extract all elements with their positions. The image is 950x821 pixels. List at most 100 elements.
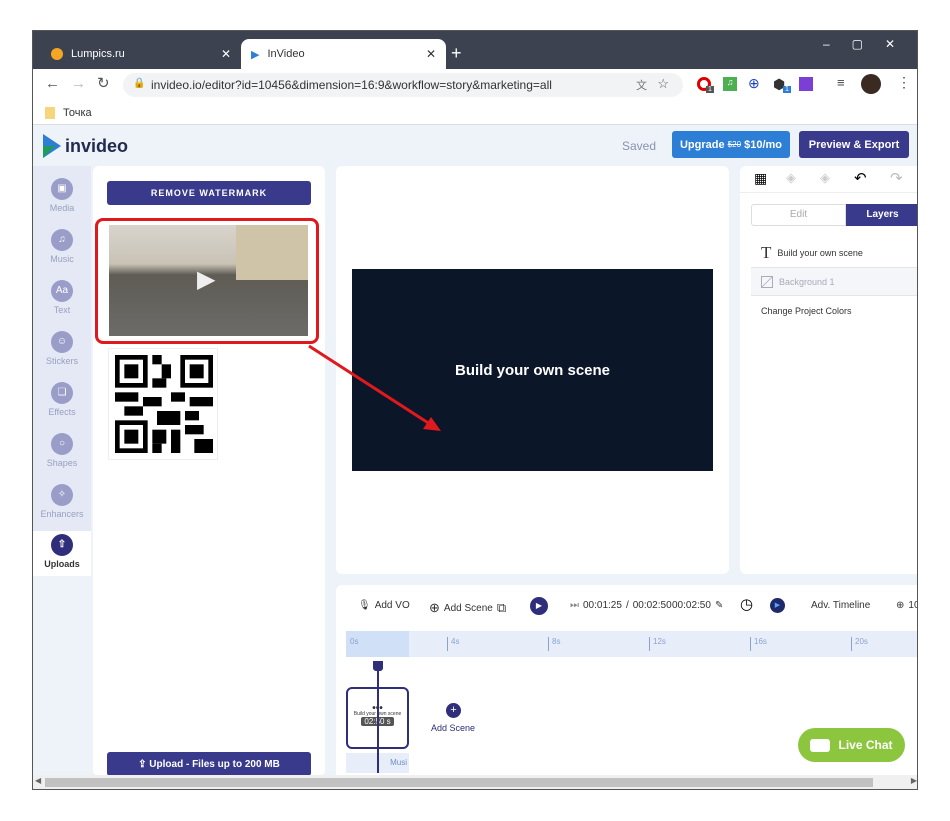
- nav-label: Music: [50, 254, 74, 264]
- translate-icon[interactable]: 文: [636, 77, 647, 93]
- duration-edit[interactable]: 00:02:50 ✎: [672, 600, 723, 611]
- upload-label: Upload - Files up to 200 MB: [149, 758, 280, 770]
- clock-icon[interactable]: ◷: [740, 595, 753, 613]
- scene-text[interactable]: Build your own scene: [455, 362, 610, 379]
- extension-badge: 1: [706, 86, 714, 93]
- live-chat-button[interactable]: Live Chat: [798, 728, 905, 762]
- upgrade-button[interactable]: Upgrade $20 $10/mo: [672, 131, 790, 158]
- nav-enhancers[interactable]: ✧ Enhancers: [33, 484, 91, 519]
- zoom-control[interactable]: ⊕10: [896, 600, 917, 611]
- tab-label: Lumpics.ru: [71, 48, 125, 60]
- tick-label: 0s: [350, 637, 359, 646]
- tab-bar: Lumpics.ru ✕ ▶ InVideo ✕ + –▢✕: [33, 31, 917, 69]
- browser-toolbar: ← → ↻ 🔒 invideo.io/editor?id=10456&dimen…: [33, 69, 917, 101]
- magic-wand-icon: ✧: [51, 484, 73, 506]
- layer-label: Background 1: [779, 276, 835, 287]
- close-tab-icon[interactable]: ✕: [426, 47, 436, 61]
- preview-export-button[interactable]: Preview & Export: [799, 131, 909, 158]
- nav-stickers[interactable]: ☺ Stickers: [33, 331, 91, 366]
- music-track-label: Musi: [390, 758, 407, 767]
- remove-watermark-button[interactable]: REMOVE WATERMARK: [107, 181, 311, 205]
- current-time: 00:01:25: [583, 600, 622, 611]
- horizontal-scrollbar[interactable]: ◀ ▶: [33, 775, 917, 789]
- nav-effects[interactable]: ❏ Effects: [33, 382, 91, 417]
- adv-timeline-button[interactable]: Adv. Timeline: [811, 600, 870, 611]
- ad-extension-icon[interactable]: [799, 77, 813, 91]
- divider: [740, 192, 917, 193]
- vpn-extension-icon[interactable]: ⊕: [748, 75, 760, 92]
- bookmark-star-icon[interactable]: ☆: [657, 76, 669, 92]
- preview-icon: ⧉: [496, 600, 507, 615]
- add-scene-label[interactable]: Add Scene: [431, 723, 475, 733]
- play-scene-icon[interactable]: ▶: [770, 598, 785, 613]
- tab-invideo[interactable]: ▶ InVideo ✕: [241, 39, 446, 69]
- nav-label: Effects: [48, 407, 76, 417]
- tab-lumpics[interactable]: Lumpics.ru ✕: [41, 39, 241, 69]
- add-scene-button[interactable]: ⊕ Add Scene ⧉: [429, 600, 506, 616]
- layer-up-icon[interactable]: ◈: [820, 170, 830, 186]
- layer-item-text[interactable]: T Build your own scene: [751, 238, 917, 268]
- app-header: invideo Saved Upgrade $20 $10/mo Preview…: [33, 126, 917, 166]
- old-price: $20: [727, 140, 742, 149]
- shape-icon: ○: [51, 433, 73, 455]
- invideo-logo[interactable]: invideo: [41, 134, 128, 158]
- nav-music[interactable]: ♫ Music: [33, 229, 91, 264]
- scrollbar-thumb[interactable]: [45, 778, 873, 787]
- tab-layers[interactable]: Layers: [846, 204, 917, 226]
- tick-label: 16s: [750, 637, 767, 651]
- close-tab-icon[interactable]: ✕: [221, 47, 231, 61]
- undo-icon[interactable]: ↶: [854, 169, 867, 187]
- playhead[interactable]: [377, 661, 379, 773]
- duration: 00:02:50: [672, 600, 711, 611]
- url-text: invideo.io/editor?id=10456&dimension=16:…: [151, 78, 552, 92]
- scroll-right-icon[interactable]: ▶: [911, 776, 917, 785]
- menu-icon[interactable]: ⋮: [897, 74, 911, 91]
- folder-icon: [45, 106, 55, 119]
- browser-window: Lumpics.ru ✕ ▶ InVideo ✕ + –▢✕ ← → ↻ 🔒 inv…: [32, 30, 918, 790]
- nav-media[interactable]: ▣ Media: [33, 178, 91, 213]
- add-scene-plus-icon[interactable]: +: [446, 703, 461, 718]
- back-icon[interactable]: ←: [45, 75, 60, 92]
- nav-shapes[interactable]: ○ Shapes: [33, 433, 91, 468]
- scroll-left-icon[interactable]: ◀: [35, 776, 41, 785]
- window-controls[interactable]: –▢✕: [823, 37, 917, 51]
- profile-avatar[interactable]: [861, 74, 881, 94]
- address-bar[interactable]: 🔒 invideo.io/editor?id=10456&dimension=1…: [123, 73, 683, 97]
- scene-canvas[interactable]: Build your own scene: [352, 269, 713, 471]
- left-nav: ▣ Media ♫ Music Aa Text ☺ Stickers ❏ Effects …: [33, 166, 91, 576]
- tab-edit[interactable]: Edit: [751, 204, 846, 226]
- skip-icon[interactable]: ⏭: [570, 600, 579, 611]
- nav-label: Stickers: [45, 356, 78, 366]
- tick-label: 12s: [649, 637, 666, 651]
- upload-files-button[interactable]: ⇪ Upload - Files up to 200 MB: [107, 752, 311, 776]
- tick-label: 20s: [851, 637, 868, 651]
- redo-icon[interactable]: ↷: [890, 169, 903, 187]
- new-tab-button[interactable]: +: [451, 43, 462, 64]
- upgrade-label: Upgrade: [679, 138, 725, 151]
- nav-uploads[interactable]: ⇧ Uploads: [33, 531, 91, 576]
- qr-code-icon: [115, 355, 213, 453]
- nav-text[interactable]: Aa Text: [33, 280, 91, 315]
- upload-icon: ⇧: [51, 534, 73, 556]
- add-vo-button[interactable]: 🎙 Add VO: [358, 600, 410, 611]
- nav-label: Enhancers: [40, 509, 84, 519]
- timeline-ruler[interactable]: 0s 4s 8s 12s 16s 20s: [346, 631, 917, 657]
- bookmark-tochka[interactable]: Точка: [63, 107, 92, 119]
- layer-item-background[interactable]: Background 1: [751, 268, 917, 296]
- upgrade-price: $10/mo: [744, 138, 783, 151]
- nav-label: Media: [49, 203, 75, 213]
- forward-icon[interactable]: →: [71, 75, 86, 92]
- media-control-icon[interactable]: ≡: [837, 75, 845, 90]
- music-extension-icon[interactable]: ♫: [723, 77, 737, 91]
- play-button[interactable]: ▶: [530, 597, 548, 615]
- qr-code-thumbnail[interactable]: [108, 348, 218, 460]
- lumpics-favicon-icon: [51, 48, 63, 60]
- reload-icon[interactable]: ↻: [97, 74, 110, 92]
- layer-down-icon[interactable]: ◈: [786, 170, 796, 186]
- properties-panel: ▦ ◈ ◈ ↶ ↷ Edit Layers T Build your own sc…: [740, 166, 917, 574]
- change-project-colors-link[interactable]: Change Project Colors: [761, 306, 852, 316]
- playhead-handle[interactable]: [373, 661, 383, 671]
- tick-label: 4s: [447, 637, 459, 651]
- lock-icon: 🔒: [133, 78, 146, 89]
- grid-icon[interactable]: ▦: [754, 170, 767, 187]
